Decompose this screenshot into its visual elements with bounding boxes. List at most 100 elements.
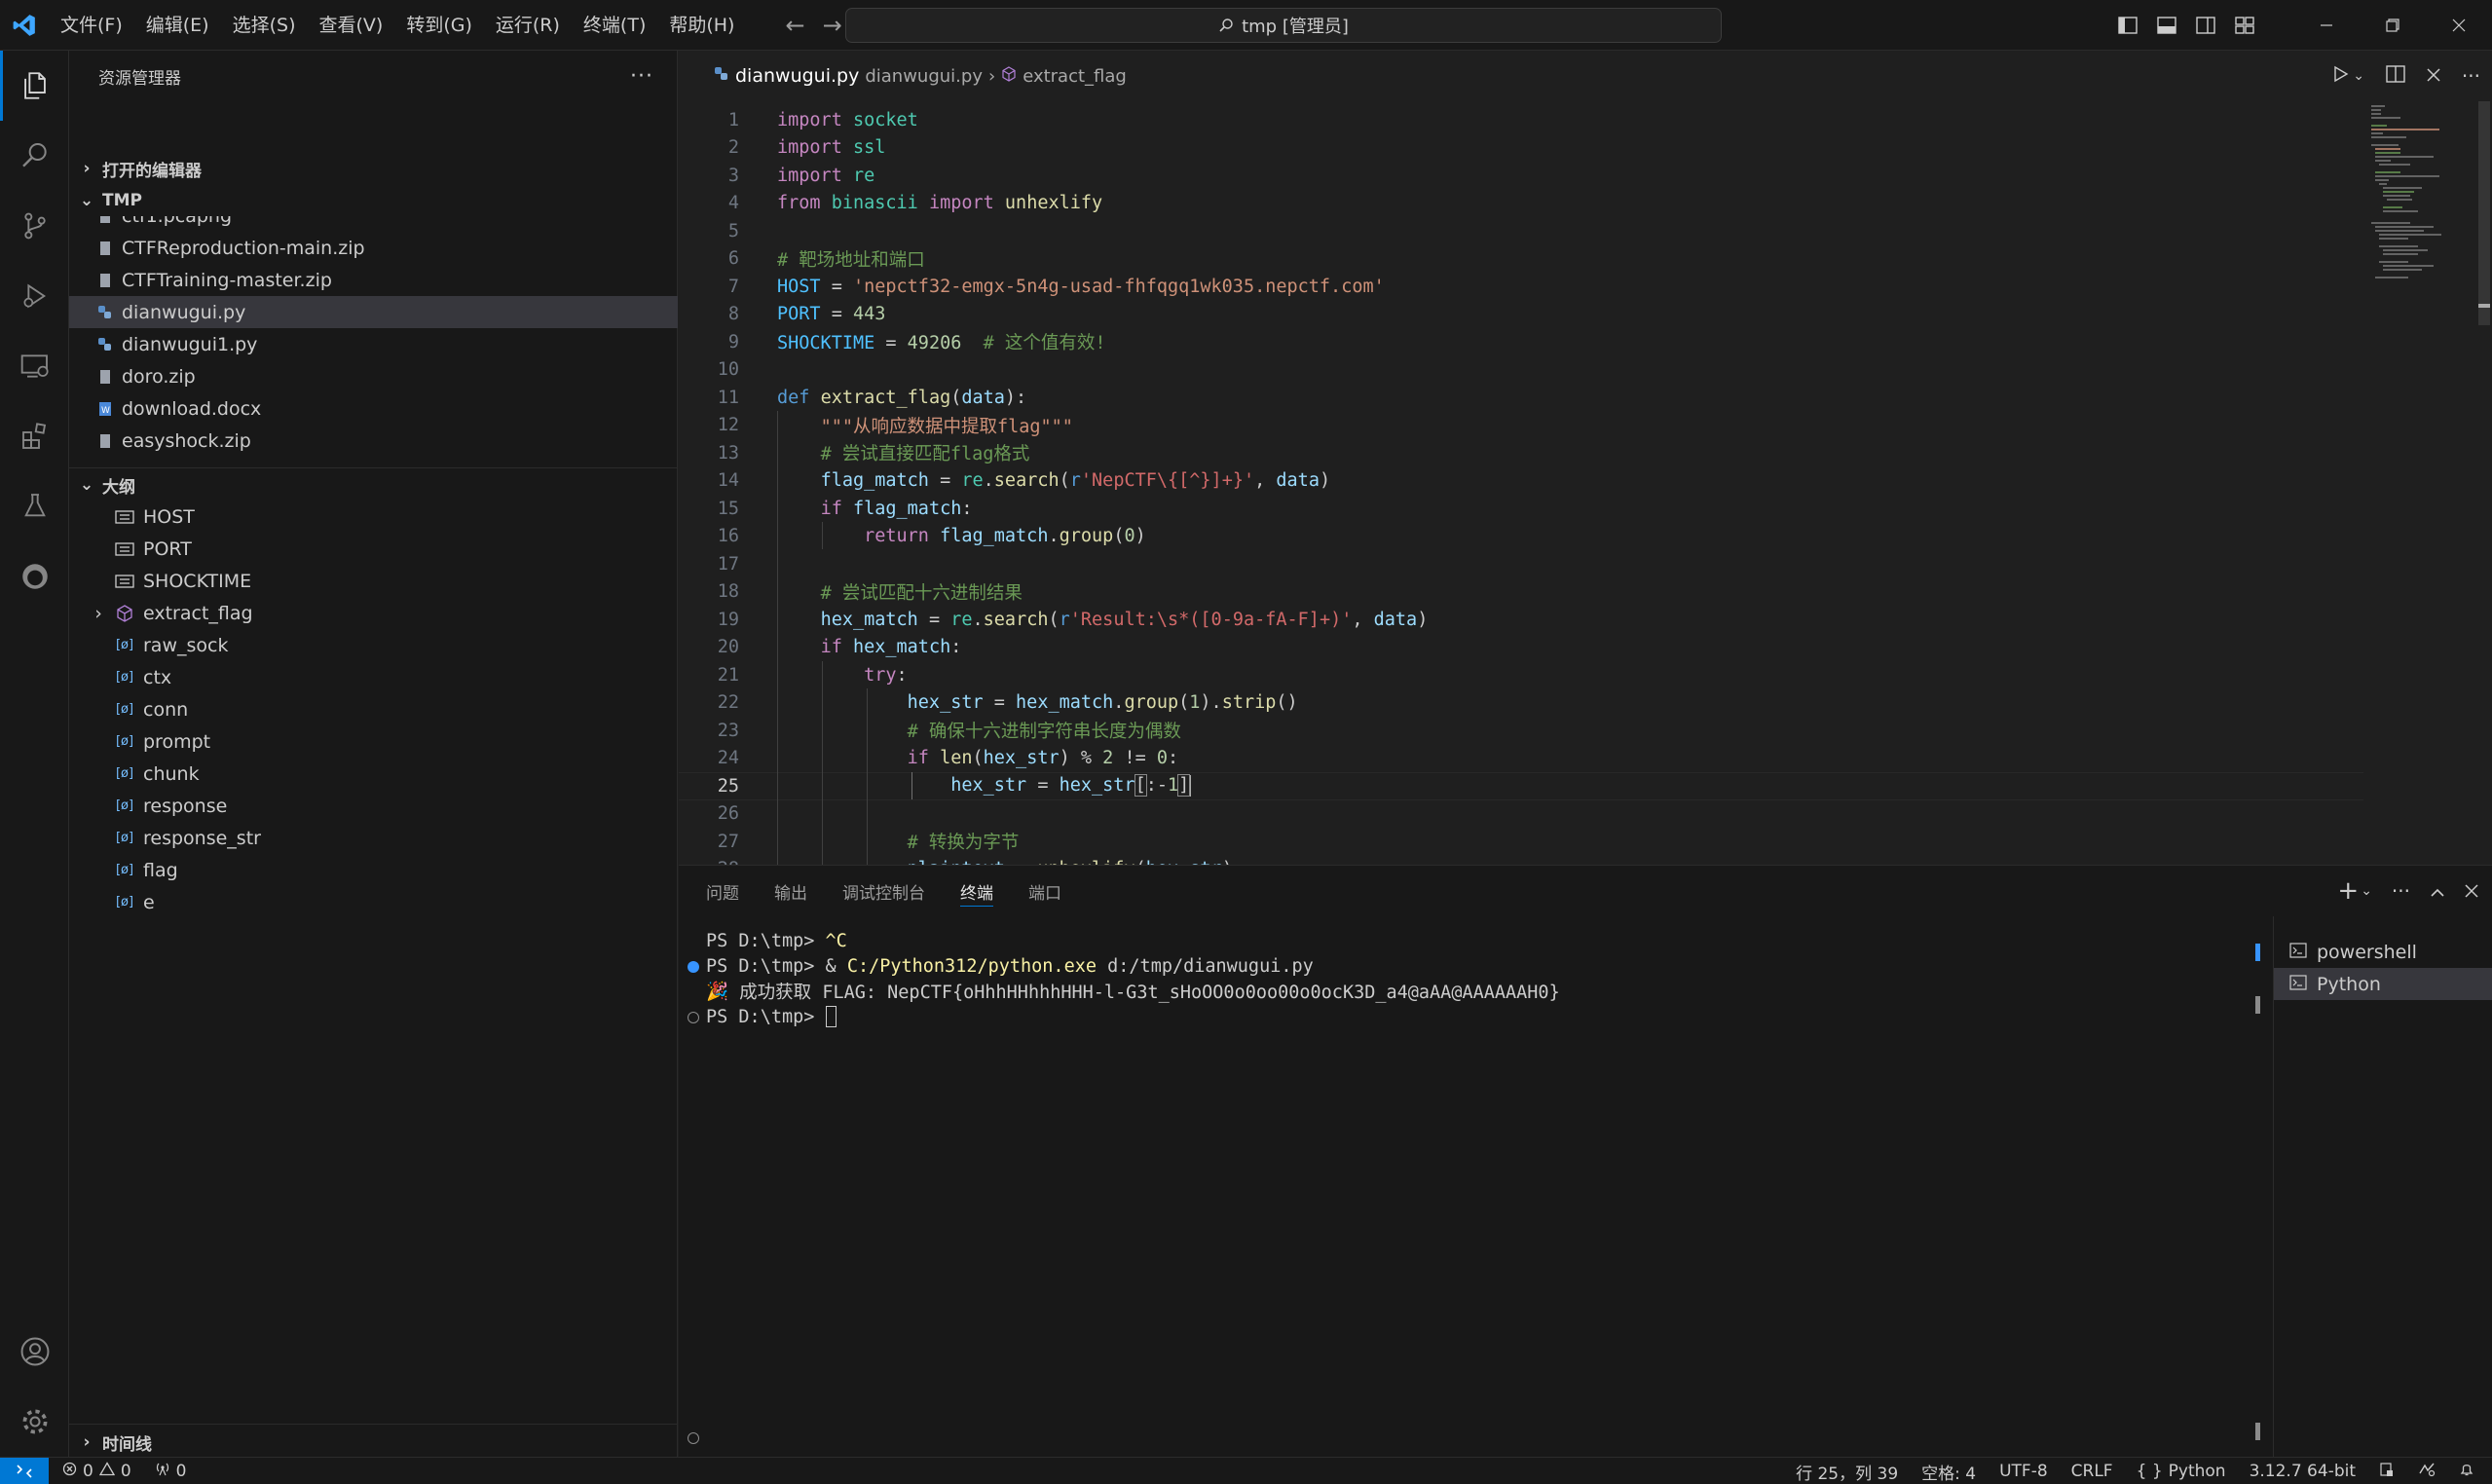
outline-item-response-str[interactable]: [ø] response_str <box>69 822 678 854</box>
menu-terminal[interactable]: 终端(T) <box>572 0 657 51</box>
outline-item-conn[interactable]: [ø] conn <box>69 693 678 725</box>
remote-explorer-icon[interactable] <box>0 331 69 401</box>
copilot-status-icon[interactable] <box>2418 1462 2436 1482</box>
terminal-output[interactable]: PS D:\tmp> ^C PS D:\tmp> & C:/Python312/… <box>679 916 2260 1458</box>
github-copilot-icon[interactable] <box>0 541 69 612</box>
forward-arrow-icon[interactable]: → <box>823 12 842 39</box>
file-item[interactable]: CTFReproduction-main.zip <box>69 232 678 264</box>
cursor-position[interactable]: 行 25，列 39 <box>1796 1460 1898 1484</box>
extensions-icon[interactable] <box>0 401 69 471</box>
run-python-file-icon[interactable] <box>2331 65 2349 88</box>
command-success-decoration[interactable] <box>688 961 699 973</box>
close-panel-icon[interactable] <box>2465 879 2478 903</box>
file-item-selected[interactable]: dianwugui.py <box>69 296 678 328</box>
command-pending-decoration[interactable] <box>688 1012 699 1023</box>
run-debug-icon[interactable] <box>0 261 69 331</box>
file-item[interactable]: W download.docx <box>69 392 678 425</box>
language-mode[interactable]: { } Python <box>2137 1462 2226 1481</box>
outline-item-raw-sock[interactable]: [ø] raw_sock <box>69 629 678 661</box>
terminal-scrollbar[interactable] <box>2255 916 2261 1442</box>
more-actions-icon[interactable]: ··· <box>630 64 653 89</box>
chevron-down-icon[interactable]: ⌄ <box>2361 883 2372 899</box>
file-item[interactable]: easyshock.zip <box>69 425 678 457</box>
breadcrumb-file[interactable]: dianwugui.py <box>865 66 983 87</box>
status-bar-right: 行 25，列 39 空格: 4 UTF-8 CRLF { } Python 3.… <box>1796 1458 2492 1484</box>
tab-terminal[interactable]: 终端 <box>960 866 993 916</box>
problems-status[interactable]: 0 0 <box>62 1462 131 1481</box>
file-item[interactable]: dianwugui1.py <box>69 328 678 360</box>
outline-item-chunk[interactable]: [ø] chunk <box>69 758 678 790</box>
gear-icon[interactable] <box>0 1387 69 1457</box>
close-editor-icon[interactable] <box>2427 65 2440 87</box>
python-interpreter[interactable]: 3.12.7 64-bit <box>2250 1462 2356 1481</box>
menu-file[interactable]: 文件(F) <box>49 0 134 51</box>
outline-item-extract-flag[interactable]: › extract_flag <box>69 597 678 629</box>
testing-icon[interactable] <box>0 471 69 541</box>
close-window-icon[interactable] <box>2426 0 2492 51</box>
file-name: download.docx <box>122 397 262 420</box>
menu-view[interactable]: 查看(V) <box>308 0 395 51</box>
outline-item-prompt[interactable]: [ø] prompt <box>69 725 678 758</box>
outline-item-shocktime[interactable]: SHOCKTIME <box>69 565 678 597</box>
minimap[interactable] <box>2369 101 2476 306</box>
command-center-text: tmp [管理员] <box>1242 17 1349 37</box>
menu-help[interactable]: 帮助(H) <box>657 0 746 51</box>
outline-item-response[interactable]: [ø] response <box>69 790 678 822</box>
terminal-tab-powershell[interactable]: powershell <box>2274 936 2492 968</box>
file-item[interactable]: CTFTraining-master.zip <box>69 264 678 296</box>
tab-output[interactable]: 输出 <box>774 866 807 916</box>
menu-selection[interactable]: 选择(S) <box>221 0 308 51</box>
file-item[interactable]: ctf1.pcapng <box>69 216 678 232</box>
tab-debug-console[interactable]: 调试控制台 <box>842 866 925 916</box>
breadcrumb-symbol[interactable]: extract_flag <box>1023 66 1127 87</box>
tab-ports[interactable]: 端口 <box>1028 866 1061 916</box>
file-item[interactable]: doro.zip <box>69 360 678 392</box>
new-terminal-icon[interactable]: + <box>2337 876 2359 906</box>
accounts-icon[interactable] <box>0 1317 69 1387</box>
folder-section-tmp[interactable]: ⌄ TMP <box>69 185 678 216</box>
ports-status[interactable]: 0 <box>155 1462 186 1481</box>
end-of-line[interactable]: CRLF <box>2071 1462 2113 1481</box>
menu-run[interactable]: 运行(R) <box>484 0 572 51</box>
scrollbar-thumb[interactable] <box>2478 101 2490 325</box>
timeline-section[interactable]: › 时间线 <box>69 1427 678 1458</box>
search-icon[interactable] <box>0 121 69 191</box>
outline-section[interactable]: ⌄ 大纲 <box>69 469 678 501</box>
encoding[interactable]: UTF-8 <box>1999 1462 2048 1481</box>
maximize-panel-icon[interactable] <box>2430 879 2445 903</box>
notifications-bell-icon[interactable] <box>2459 1462 2474 1482</box>
customize-layout-icon[interactable] <box>2225 0 2264 51</box>
chevron-down-icon[interactable]: ⌄ <box>2353 68 2364 84</box>
command-pending-decoration[interactable] <box>688 1432 699 1444</box>
outline-item-e[interactable]: [ø] e <box>69 886 678 918</box>
terminal-tabs-list: powershell Python <box>2273 916 2492 1458</box>
indentation[interactable]: 空格: 4 <box>1921 1460 1976 1484</box>
source-control-icon[interactable] <box>0 191 69 261</box>
code-editor[interactable]: 1 import socket 2 import ssl 3 import re 4f… <box>679 101 2492 865</box>
tab-problems[interactable]: 问题 <box>706 866 739 916</box>
python-env-icon[interactable] <box>2379 1462 2395 1482</box>
split-editor-icon[interactable] <box>2386 64 2405 88</box>
terminal-tab-python[interactable]: Python <box>2274 968 2492 1000</box>
toggle-secondary-sidebar-icon[interactable] <box>2186 0 2225 51</box>
menu-edit[interactable]: 编辑(E) <box>134 0 221 51</box>
editor-tab-title[interactable]: dianwugui.py <box>735 65 859 87</box>
minimize-icon[interactable] <box>2293 0 2360 51</box>
editor-vertical-scrollbar[interactable] <box>2476 101 2492 865</box>
menu-go[interactable]: 转到(G) <box>394 0 484 51</box>
command-center-search[interactable]: tmp [管理员] <box>845 8 1722 43</box>
explorer-icon[interactable] <box>0 51 69 121</box>
code-line: 5 <box>727 220 739 241</box>
outline-item-host[interactable]: HOST <box>69 501 678 533</box>
remote-indicator-icon[interactable] <box>0 1457 49 1484</box>
outline-item-ctx[interactable]: [ø] ctx <box>69 661 678 693</box>
more-actions-icon[interactable]: ··· <box>2462 64 2480 88</box>
outline-item-flag[interactable]: [ø] flag <box>69 854 678 886</box>
more-actions-icon[interactable]: ··· <box>2392 879 2410 903</box>
restore-icon[interactable] <box>2360 0 2426 51</box>
open-editors-section[interactable]: › 打开的编辑器 <box>69 153 678 184</box>
outline-item-port[interactable]: PORT <box>69 533 678 565</box>
toggle-primary-sidebar-icon[interactable] <box>2108 0 2147 51</box>
toggle-panel-icon[interactable] <box>2147 0 2186 51</box>
back-arrow-icon[interactable]: ← <box>785 12 804 39</box>
